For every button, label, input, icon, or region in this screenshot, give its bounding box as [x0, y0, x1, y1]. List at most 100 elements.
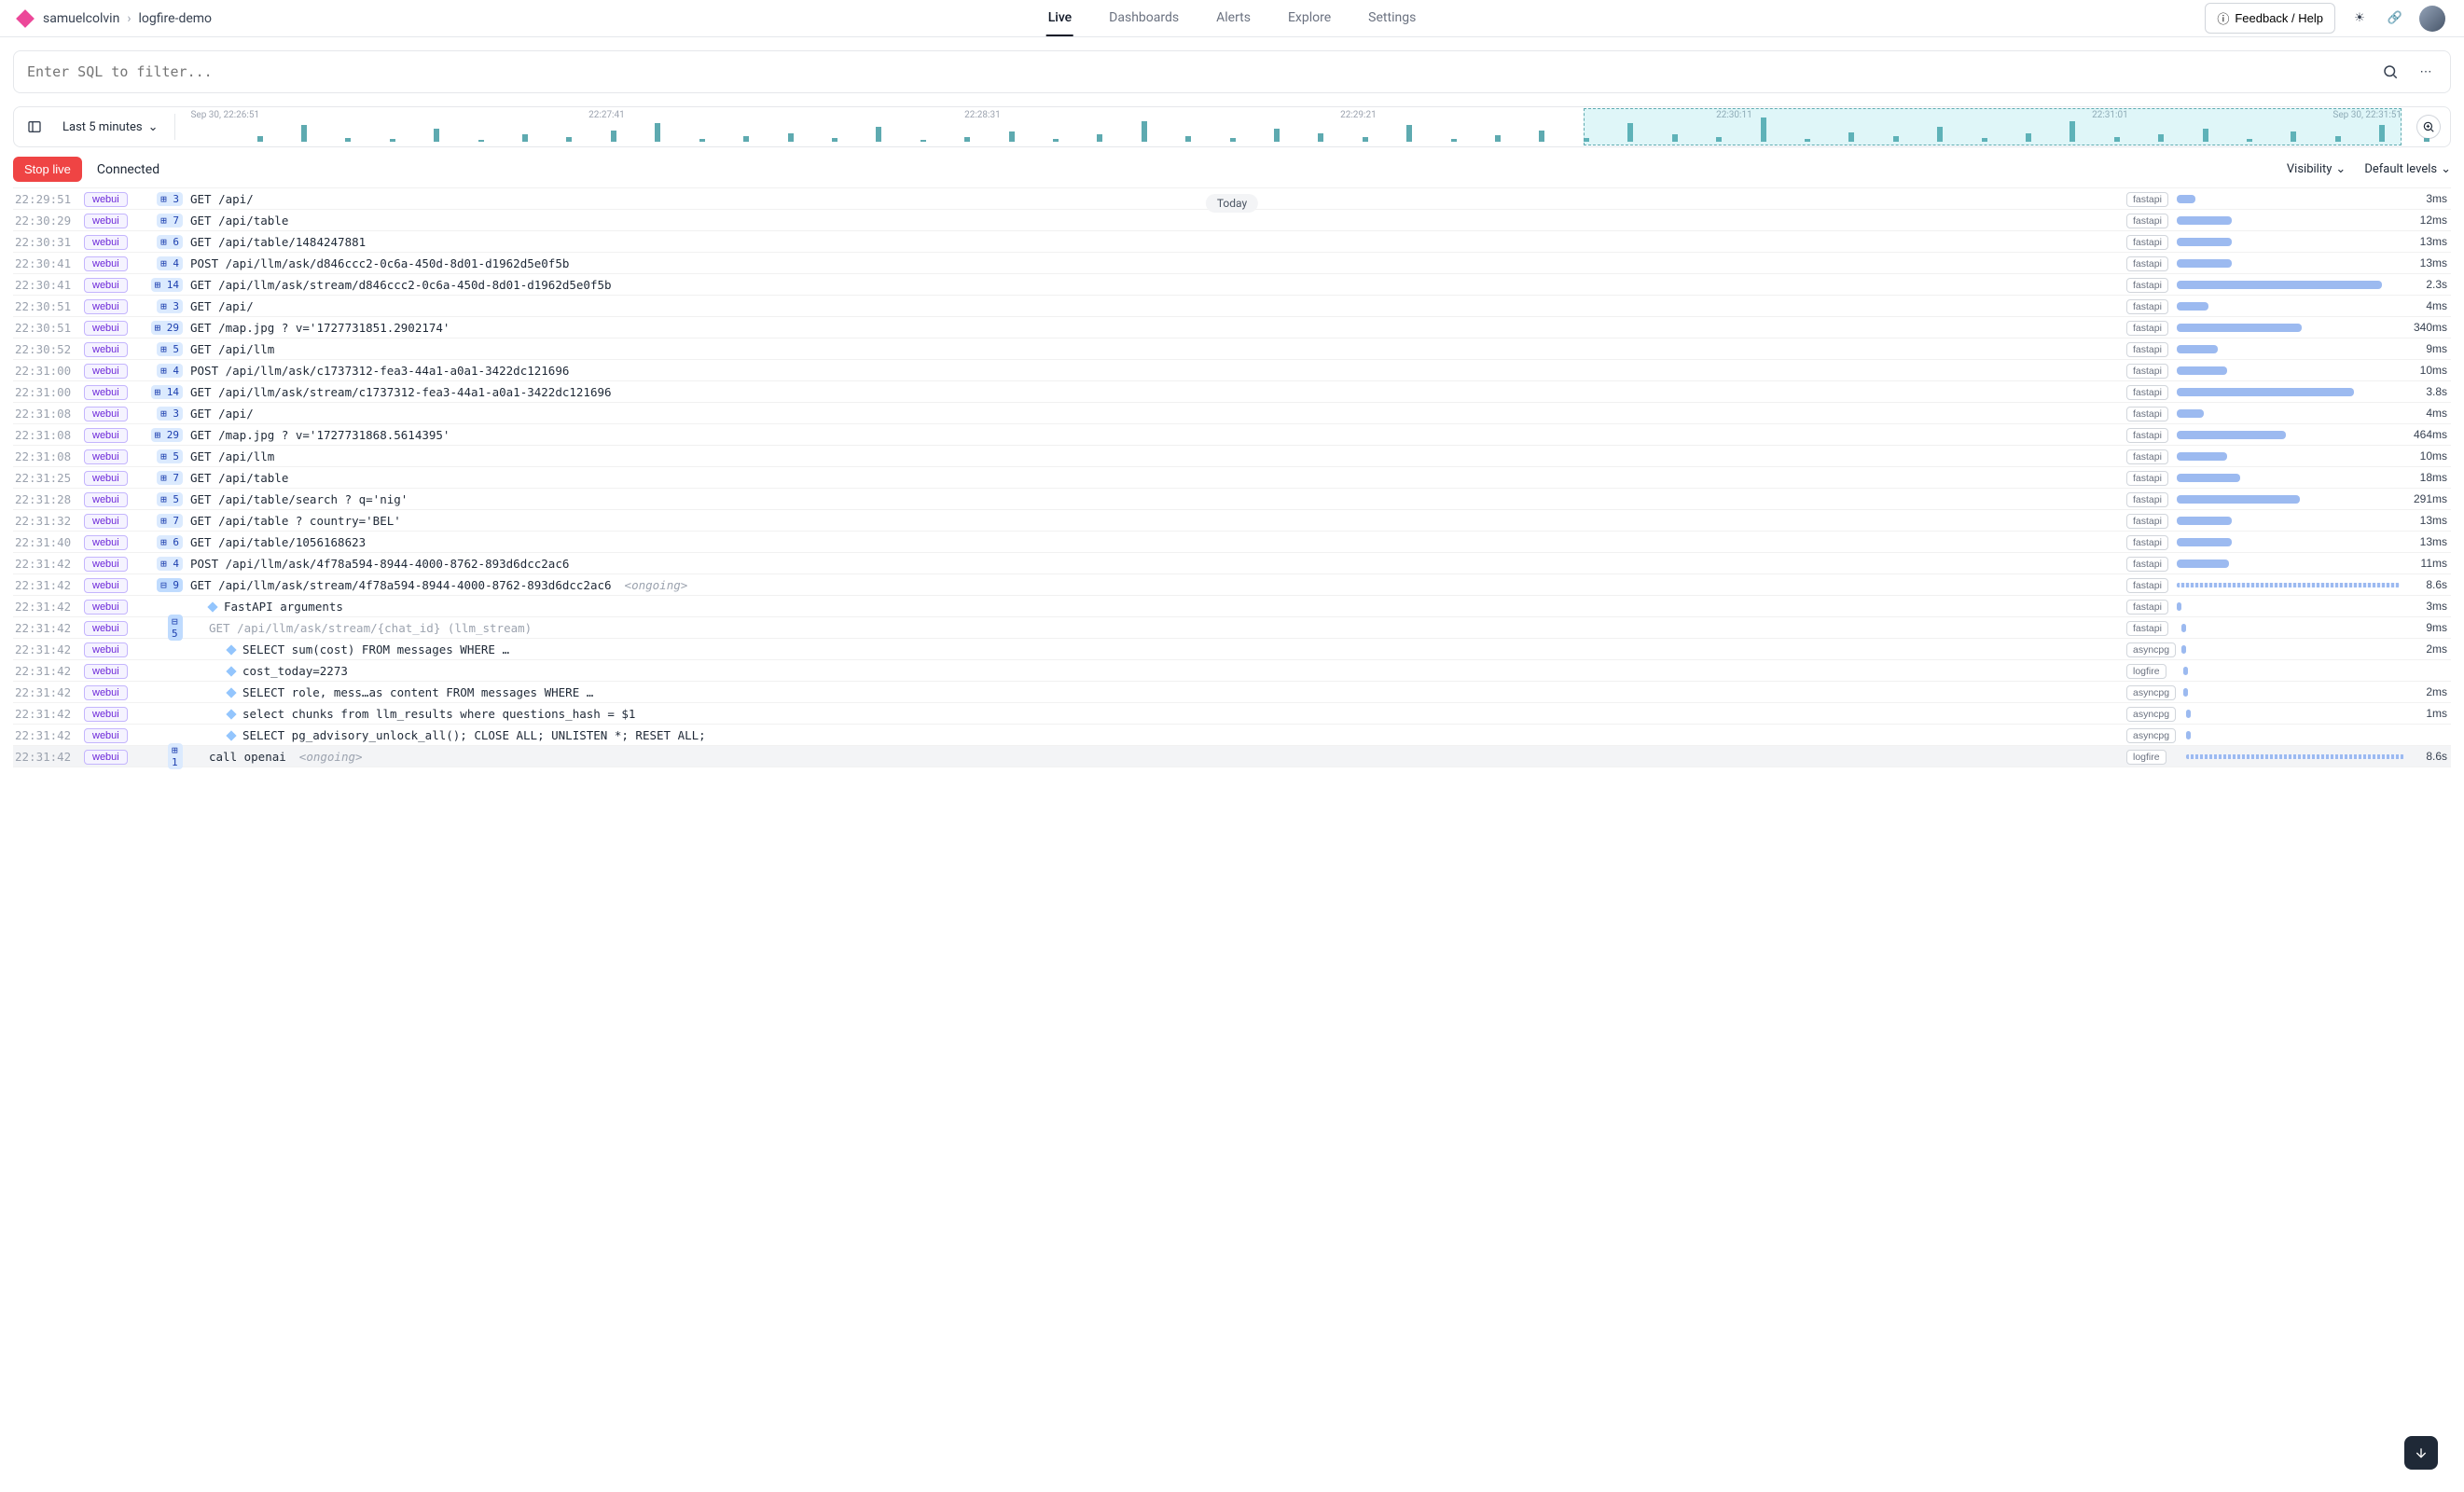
- feedback-button[interactable]: ⓘ Feedback / Help: [2205, 3, 2335, 34]
- expand-badge[interactable]: ⊞ 5: [157, 449, 183, 463]
- expand-badge[interactable]: ⊞ 3: [157, 299, 183, 313]
- chevron-right-icon: ›: [127, 11, 131, 26]
- nav-alerts[interactable]: Alerts: [1214, 1, 1253, 36]
- expand-badge[interactable]: ⊞ 7: [157, 214, 183, 228]
- nav-live[interactable]: Live: [1046, 1, 1073, 36]
- origin-tag: fastapi: [2126, 214, 2168, 228]
- span-tree: ⊟ 5: [149, 615, 187, 641]
- zoom-in-button[interactable]: [2416, 115, 2441, 139]
- span-row[interactable]: 22:31:08webui⊞ 5GET /api/llmfastapi10ms: [13, 446, 2451, 467]
- scroll-to-bottom-button[interactable]: [2404, 1436, 2438, 1470]
- origin-tag: fastapi: [2126, 321, 2168, 336]
- visibility-dropdown[interactable]: Visibility ⌄: [2287, 162, 2346, 176]
- span-row[interactable]: 22:30:41webui⊞ 4POST /api/llm/ask/d846cc…: [13, 253, 2451, 274]
- expand-badge[interactable]: ⊞ 3: [157, 407, 183, 421]
- link-icon[interactable]: 🔗: [2384, 7, 2406, 30]
- span-message-text: GET /api/table/search ? q='nig': [190, 492, 408, 506]
- origin-tag: fastapi: [2126, 407, 2168, 421]
- span-row[interactable]: 22:31:00webui⊞ 4POST /api/llm/ask/c17373…: [13, 360, 2451, 381]
- levels-label: Default levels: [2364, 162, 2437, 176]
- span-row[interactable]: 22:31:00webui⊞ 14GET /api/llm/ask/stream…: [13, 381, 2451, 403]
- stop-live-button[interactable]: Stop live: [13, 157, 82, 182]
- search-icon[interactable]: [2379, 61, 2402, 83]
- timeline-bar: [699, 139, 705, 142]
- nav-settings[interactable]: Settings: [1366, 1, 1418, 36]
- span-row[interactable]: 22:31:25webui⊞ 7GET /api/tablefastapi18m…: [13, 467, 2451, 489]
- span-row[interactable]: 22:31:42webui⊞ 4POST /api/llm/ask/4f78a5…: [13, 553, 2451, 574]
- span-row[interactable]: 22:31:42webuiSELECT pg_advisory_unlock_a…: [13, 725, 2451, 746]
- timeline-bar: [1230, 138, 1236, 142]
- breadcrumb-project[interactable]: logfire-demo: [139, 11, 213, 26]
- span-row[interactable]: 22:31:32webui⊞ 7GET /api/table ? country…: [13, 510, 2451, 532]
- span-duration-bar: [2177, 707, 2404, 720]
- span-row[interactable]: 22:31:40webui⊞ 6GET /api/table/105616862…: [13, 532, 2451, 553]
- span-service: webui: [84, 213, 149, 228]
- span-time: 22:30:41: [13, 278, 78, 292]
- expand-badge[interactable]: ⊞ 7: [157, 514, 183, 528]
- span-row[interactable]: 22:30:52webui⊞ 5GET /api/llmfastapi9ms: [13, 338, 2451, 360]
- sidebar-toggle-icon[interactable]: [23, 116, 46, 138]
- more-icon[interactable]: ⋯: [2415, 61, 2437, 83]
- span-row[interactable]: 22:31:42webuiFastAPI argumentsfastapi3ms: [13, 596, 2451, 617]
- span-origin: fastapi: [2126, 449, 2177, 464]
- expand-badge[interactable]: ⊞ 4: [157, 364, 183, 378]
- span-row[interactable]: 22:30:51webui⊞ 29GET /map.jpg ? v='17277…: [13, 317, 2451, 338]
- nav-explore[interactable]: Explore: [1286, 1, 1333, 36]
- service-tag: webui: [84, 342, 128, 357]
- span-row[interactable]: 22:31:08webui⊞ 3GET /api/fastapi4ms: [13, 403, 2451, 424]
- expand-badge[interactable]: ⊞ 14: [151, 385, 184, 399]
- expand-badge[interactable]: ⊞ 4: [157, 557, 183, 571]
- span-row[interactable]: 22:30:41webui⊞ 14GET /api/llm/ask/stream…: [13, 274, 2451, 296]
- timeline-bar: [655, 123, 660, 142]
- span-row[interactable]: 22:30:51webui⊞ 3GET /api/fastapi4ms: [13, 296, 2451, 317]
- span-row[interactable]: 22:31:42webuiSELECT sum(cost) FROM messa…: [13, 639, 2451, 660]
- span-row[interactable]: 22:31:42webui⊞ 1call openai<ongoing>logf…: [13, 746, 2451, 767]
- span-origin: fastapi: [2126, 320, 2177, 336]
- timeline-selection[interactable]: [1584, 108, 2402, 145]
- span-row[interactable]: 22:31:28webui⊞ 5GET /api/table/search ? …: [13, 489, 2451, 510]
- theme-toggle-icon[interactable]: ☀: [2348, 7, 2371, 30]
- span-duration: 3ms: [2404, 192, 2451, 205]
- expand-badge[interactable]: ⊞ 5: [157, 492, 183, 506]
- span-message-text: GET /api/table ? country='BEL': [190, 514, 401, 528]
- span-row[interactable]: 22:31:42webuicost_today=2273logfire: [13, 660, 2451, 682]
- avatar[interactable]: [2419, 6, 2445, 32]
- span-row[interactable]: 22:30:29webui⊞ 7GET /api/tablefastapi12m…: [13, 210, 2451, 231]
- service-tag: webui: [84, 428, 128, 443]
- expand-badge[interactable]: ⊞ 29: [151, 321, 184, 335]
- expand-badge[interactable]: ⊞ 4: [157, 256, 183, 270]
- span-row[interactable]: 22:31:42webuiSELECT role, mess…as conten…: [13, 682, 2451, 703]
- expand-badge[interactable]: ⊞ 6: [157, 235, 183, 249]
- span-service: webui: [84, 363, 149, 379]
- timeline-bar: [1009, 131, 1015, 142]
- duration-bar: [2183, 667, 2188, 675]
- expand-badge[interactable]: ⊞ 6: [157, 535, 183, 549]
- span-row[interactable]: 22:31:08webui⊞ 29GET /map.jpg ? v='17277…: [13, 424, 2451, 446]
- expand-badge[interactable]: ⊞ 5: [157, 342, 183, 356]
- expand-badge[interactable]: ⊟ 5: [168, 615, 183, 641]
- span-duration-bar: [2177, 449, 2404, 463]
- span-duration-bar: [2177, 278, 2404, 291]
- expand-badge[interactable]: ⊞ 29: [151, 428, 184, 442]
- expand-badge[interactable]: ⊞ 3: [157, 192, 183, 206]
- levels-dropdown[interactable]: Default levels ⌄: [2364, 162, 2451, 176]
- origin-tag: fastapi: [2126, 364, 2168, 379]
- expand-badge[interactable]: ⊞ 7: [157, 471, 183, 485]
- expand-badge[interactable]: ⊞ 14: [151, 278, 184, 292]
- expand-badge[interactable]: ⊟ 9: [157, 578, 183, 592]
- breadcrumb-org[interactable]: samuelcolvin: [43, 11, 119, 26]
- span-message: GET /api/table ? country='BEL': [187, 514, 2126, 528]
- timeline-bar: [1495, 135, 1501, 142]
- nav-dashboards[interactable]: Dashboards: [1107, 1, 1181, 36]
- timeline-chart[interactable]: Sep 30, 22:26:51 Sep 30, 22:31:51 22:27:…: [190, 112, 2402, 142]
- expand-badge[interactable]: ⊞ 1: [168, 743, 183, 769]
- diamond-icon: [226, 687, 236, 698]
- span-row[interactable]: 22:30:31webui⊞ 6GET /api/table/148424788…: [13, 231, 2451, 253]
- span-row[interactable]: 22:31:42webui⊟ 9GET /api/llm/ask/stream/…: [13, 574, 2451, 596]
- sql-filter-input[interactable]: [27, 63, 2379, 80]
- span-row[interactable]: 22:31:42webui⊟ 5GET /api/llm/ask/stream/…: [13, 617, 2451, 639]
- span-time: 22:31:42: [13, 728, 78, 742]
- span-message: GET /api/llm/ask/stream/d846ccc2-0c6a-45…: [187, 278, 2126, 292]
- time-range-button[interactable]: Last 5 minutes ⌄: [61, 117, 159, 138]
- span-row[interactable]: 22:31:42webuiselect chunks from llm_resu…: [13, 703, 2451, 725]
